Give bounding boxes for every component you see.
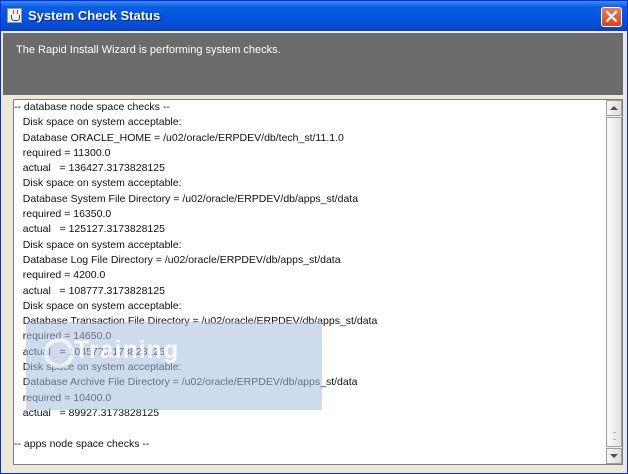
log-line: Disk space on system acceptable: [14,177,182,190]
window-title: System Check Status [28,8,161,23]
log-line: required = 10400.0 [14,391,112,404]
log-text-area[interactable]: -- database node space checks -- Disk sp… [13,99,623,465]
log-line: Disk space on system acceptable: [14,116,182,129]
log-line: actual = 136427.3173828125 [14,162,165,175]
log-line: Disk space on system acceptable: [14,299,182,312]
close-icon [605,10,618,23]
log-line: required = 4200.0 [14,269,106,282]
log-line: required = 14650.0 [14,330,112,343]
system-check-window: System Check Status The Rapid Install Wi… [0,0,628,474]
scroll-up-button[interactable] [606,100,622,116]
log-line: Database ORACLE_HOME = /u02/oracle/ERPDE… [14,131,344,144]
scroll-thumb[interactable] [606,117,622,447]
log-content: -- database node space checks -- Disk sp… [14,100,608,452]
log-line: Database Log File Directory = /u02/oracl… [14,253,341,266]
close-button[interactable] [601,7,622,27]
log-line: required = 11300.0 [14,146,111,159]
log-line: Database Archive File Directory = /u02/o… [14,376,358,389]
title-bar[interactable]: System Check Status [1,1,627,31]
grip-icon [613,432,616,440]
log-line: required = 16350.0 [14,208,112,221]
status-header: The Rapid Install Wizard is performing s… [3,33,623,95]
log-line: Database System File Directory = /u02/or… [14,192,359,205]
log-line: actual = 89927.3173828125 [14,406,160,419]
log-line: Disk space on system acceptable: [14,361,182,374]
java-icon [7,8,22,23]
log-line: actual = 125127.3173828125 [14,223,165,236]
log-line: -- apps node space checks -- [14,437,150,450]
arrow-down-icon [610,454,618,458]
status-message: The Rapid Install Wizard is performing s… [16,44,281,56]
log-line: Database Transaction File Directory = /u… [14,315,378,328]
log-line: -- database node space checks -- [14,101,170,113]
vertical-scrollbar[interactable] [606,100,622,464]
log-line: actual = 108777.3173828125 [14,284,165,297]
log-line: Disk space on system acceptable: [14,238,182,251]
arrow-up-icon [610,106,618,110]
log-line: actual = 104577.3173828125 [14,345,165,358]
scroll-down-button[interactable] [606,448,622,464]
